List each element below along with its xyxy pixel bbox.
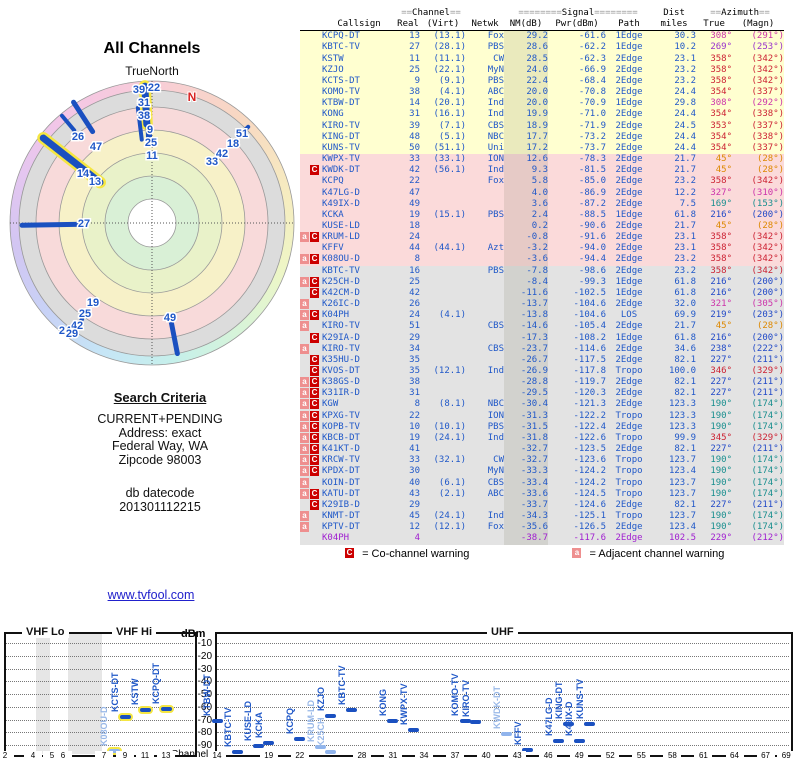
gridline (217, 745, 789, 746)
vhf-lo-label: VHF Lo (22, 626, 69, 638)
gridline (6, 668, 193, 670)
channel-tick-label: 52 (601, 751, 620, 760)
signal-bar-label: KCPQ-DT (151, 662, 161, 704)
dbm-tick-label: -10 (197, 638, 212, 649)
channel-tick-label: 19 (259, 751, 278, 760)
signal-bar-label: KING-DT (553, 681, 564, 719)
channel-tick-label: 2 (0, 751, 14, 760)
signal-bar (160, 706, 172, 711)
gridline (217, 681, 789, 683)
channel-tick-label: 6 (54, 751, 72, 760)
signal-bar-label: KZJO (315, 686, 326, 711)
channel-tick-label: 61 (694, 751, 713, 760)
signal-bar-label: KONG (377, 688, 388, 716)
signal-bar (232, 750, 244, 754)
signal-bar-label: KRUM-LD (305, 700, 316, 743)
channel-tick-label: 4 (24, 751, 42, 760)
signal-bar (408, 728, 420, 733)
channel-tick-label: 69 (777, 751, 796, 760)
signal-bar-label: KWDK-DT (491, 686, 502, 730)
signal-bar-label: K08OU-D (99, 706, 109, 746)
channel-tick-label: 46 (539, 751, 558, 760)
signal-bar-label: KUSE-LD (243, 700, 254, 741)
signal-bar-label: KCTS-DT (110, 672, 120, 713)
signal-bar-label: KOMO-TV (450, 673, 461, 716)
signal-bar-label: KUNS-TV (574, 679, 585, 720)
signal-bar (211, 718, 223, 723)
gridline (6, 694, 193, 695)
dbm-tick-label: -90 (197, 740, 212, 751)
gridline (217, 668, 789, 670)
channel-tick-label: 67 (756, 751, 775, 760)
signal-bar-label: KSTW (130, 678, 140, 705)
signal-bar (387, 718, 399, 723)
signal-bar (119, 715, 131, 720)
gridline (217, 719, 789, 721)
channel-tick-label: 9 (116, 751, 134, 760)
tvfool-report: All Channels TrueNorth 39 22 31 38 9 25 11 26 47… (0, 0, 800, 768)
dbm-tick-label: -30 (197, 663, 212, 675)
channel-tick-label: 14 (208, 751, 226, 760)
signal-bar-label: KFFV (512, 721, 523, 746)
channel-tick-label: 55 (632, 751, 651, 760)
signal-bar-label: KCPQ (284, 707, 295, 734)
channel-tick-label: 40 (477, 751, 496, 760)
signal-bar (584, 722, 596, 727)
signal-bar (252, 743, 264, 748)
signal-bar-label: KIRO-TV (460, 679, 471, 717)
uhf-label: UHF (487, 626, 518, 638)
channel-tick-label: 28 (352, 751, 371, 760)
signal-bar (139, 707, 151, 712)
gridline (217, 706, 789, 708)
signal-bar-label: KWPX-TV (398, 683, 409, 726)
signal-bar-label: KTBW-DT (202, 673, 212, 716)
signal-bar-label: KBTC-TV (222, 707, 233, 748)
channel-tick-label: 7 (95, 751, 113, 760)
gridline (217, 694, 789, 695)
channel-tick-label: 58 (663, 751, 682, 760)
signal-bar (573, 739, 585, 744)
signal-bar (501, 732, 513, 737)
dbm-tick-label: -20 (197, 650, 212, 662)
signal-bar (459, 718, 471, 723)
signal-bar-label: KBTC-TV (336, 665, 347, 705)
channel-tick-label: 31 (383, 751, 402, 760)
channel-tick-label: 34 (415, 751, 433, 760)
signal-bar-label: KCKA (253, 712, 264, 739)
gridline (6, 681, 193, 683)
channel-tick-label: 13 (157, 751, 175, 760)
gridline (6, 655, 193, 657)
vhf-hi-label: VHF Hi (112, 626, 157, 638)
dbm-tick-label: -80 (197, 727, 212, 739)
signal-bar-label: K25CH (315, 717, 326, 747)
signal-bar-label: K47LG-D (543, 697, 554, 737)
channel-tick-label: 49 (570, 751, 589, 760)
signal-bar (263, 741, 275, 746)
channel-tick-label: 37 (446, 751, 465, 760)
signal-bar (553, 739, 565, 744)
signal-bar (325, 750, 337, 754)
dbm-tick-label: -70 (197, 714, 212, 726)
signal-bar (470, 719, 482, 724)
signal-bar (325, 713, 337, 718)
channel-tick-label: 11 (136, 751, 154, 760)
signal-bar (346, 707, 358, 712)
signal-bar-label: K49IX-D (564, 701, 575, 737)
gridline (217, 643, 789, 644)
signal-bar (294, 736, 306, 741)
signal-charts: -10 -20 -30 -40 -50 -60 -70 -80 -90 VHF Lo VHF Hi U… (0, 0, 800, 768)
channel-tick-label: 43 (508, 751, 527, 760)
gridline (217, 655, 789, 657)
channel-tick-label: 22 (290, 751, 309, 760)
gridline (6, 643, 193, 644)
channel-tick-label: 64 (725, 751, 744, 760)
